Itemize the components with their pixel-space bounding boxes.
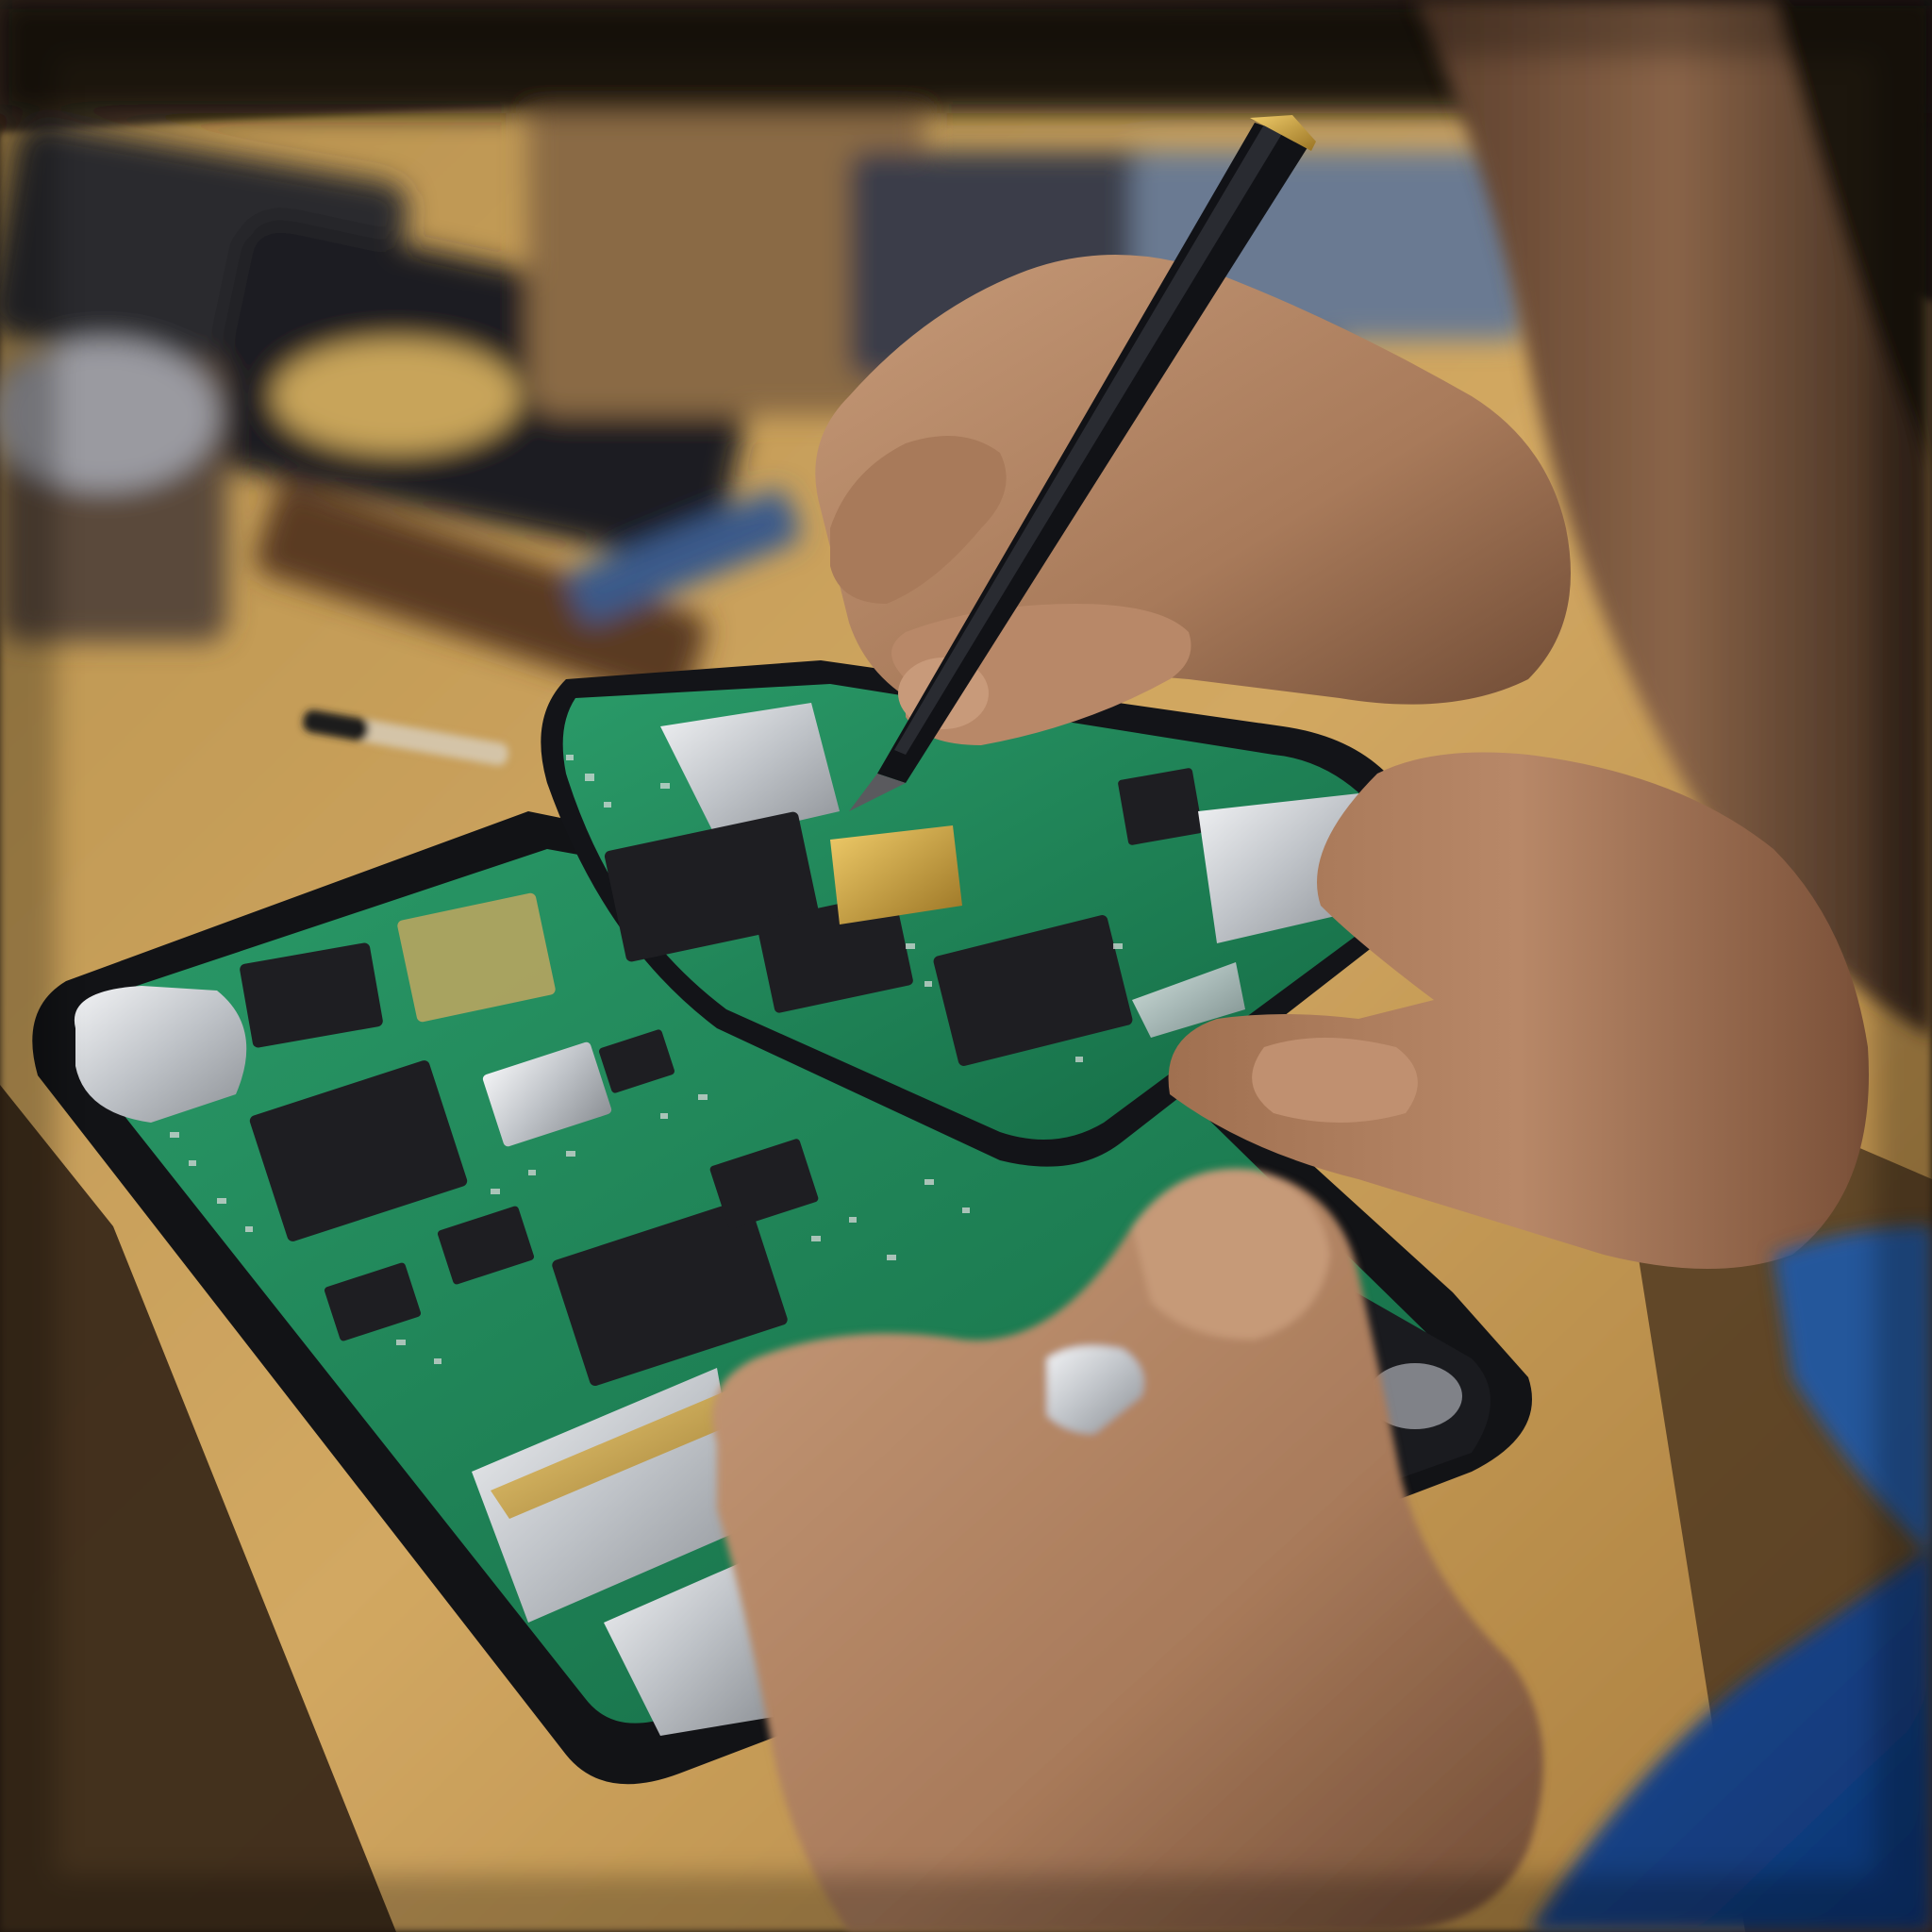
photo-illustration [0, 0, 1932, 1932]
photo-scene [0, 0, 1932, 1932]
